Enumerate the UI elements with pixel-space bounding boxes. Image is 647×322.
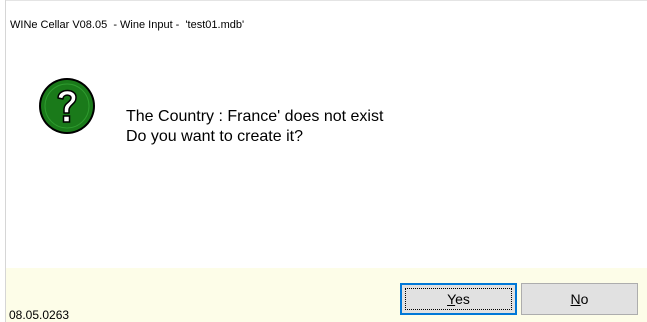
yes-button[interactable]: Yes: [400, 283, 517, 315]
no-label-rest: o: [580, 291, 589, 307]
window-title: WINe Cellar V08.05 - Wine Input - 'test0…: [10, 19, 245, 31]
yes-mnemonic: Y: [447, 291, 456, 307]
yes-button-label: Yes: [447, 291, 470, 307]
message-dialog: WINe Cellar V08.05 - Wine Input - 'test0…: [0, 0, 647, 322]
top-border: [5, 0, 647, 1]
yes-label-rest: es: [455, 291, 470, 307]
message-line-1: The Country : France' does not exist: [126, 108, 384, 125]
message-line-2: Do you want to create it?: [126, 128, 303, 145]
dialog-message: The Country : France' does not exist Do …: [126, 107, 383, 147]
no-button-label: No: [571, 291, 589, 307]
no-button[interactable]: No: [521, 283, 638, 315]
version-label: 08.05.0263: [9, 308, 70, 322]
no-mnemonic: N: [570, 291, 581, 307]
dialog-footer: 08.05.0263 Yes No: [6, 268, 647, 322]
question-icon: [39, 78, 95, 134]
